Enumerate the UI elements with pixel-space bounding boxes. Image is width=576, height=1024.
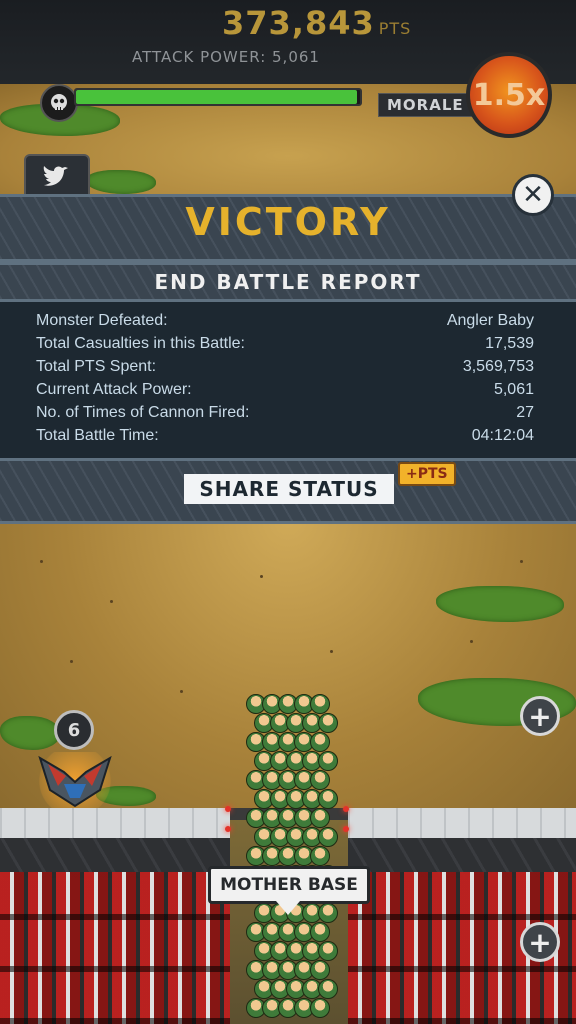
victory-title: VICTORY bbox=[185, 200, 391, 244]
skull-icon bbox=[40, 84, 78, 122]
soldier bbox=[318, 751, 338, 771]
soldier bbox=[318, 903, 338, 923]
add-unit-button[interactable]: + bbox=[520, 922, 560, 962]
report-row: Total Battle Time: 04:12:04 bbox=[36, 427, 534, 450]
report-row: Total Casualties in this Battle: 17,539 bbox=[36, 335, 534, 358]
report-rows: Monster Defeated: Angler Baby Total Casu… bbox=[36, 312, 534, 450]
report-row: Current Attack Power: 5,061 bbox=[36, 381, 534, 404]
ground-speck bbox=[260, 575, 263, 578]
ground-speck bbox=[520, 560, 523, 563]
gate-light bbox=[343, 826, 349, 832]
report-row: No. of Times of Cannon Fired: 27 bbox=[36, 404, 534, 427]
plus-icon: + bbox=[528, 925, 552, 959]
report-row-value: 5,061 bbox=[493, 381, 534, 398]
ground-speck bbox=[180, 690, 183, 693]
close-button[interactable]: ✕ bbox=[512, 174, 554, 216]
report-row-value: 17,539 bbox=[485, 335, 534, 352]
score-display: 373,843 PTS bbox=[222, 4, 411, 42]
soldier bbox=[318, 941, 338, 961]
soldier bbox=[318, 827, 338, 847]
morale-multiplier-button[interactable]: 1.5x bbox=[466, 52, 552, 138]
morale-label: MORALE bbox=[378, 93, 473, 117]
unit-count-badge: 6 bbox=[54, 710, 94, 750]
soldier bbox=[310, 694, 330, 714]
cannon-emblem[interactable] bbox=[34, 752, 116, 810]
report-heading: END BATTLE REPORT bbox=[0, 262, 576, 302]
boss-health-bar bbox=[40, 84, 362, 122]
score-value: 373,843 bbox=[222, 4, 375, 42]
report-row-value: 3,569,753 bbox=[462, 358, 534, 375]
end-battle-report-panel: END BATTLE REPORT Monster Defeated: Angl… bbox=[0, 262, 576, 524]
soldier bbox=[318, 979, 338, 999]
ground-speck bbox=[40, 560, 43, 563]
boss-hp-track bbox=[74, 88, 362, 106]
soldier bbox=[310, 998, 330, 1018]
report-row-label: No. of Times of Cannon Fired: bbox=[36, 404, 250, 421]
barracks-shade-left bbox=[0, 872, 230, 1024]
add-unit-button[interactable]: + bbox=[520, 696, 560, 736]
close-icon: ✕ bbox=[522, 180, 544, 210]
mother-base-pointer bbox=[276, 901, 300, 915]
multiplier-value: 1.5x bbox=[472, 77, 546, 113]
base-wall-right bbox=[348, 808, 576, 838]
report-row-label: Total Casualties in this Battle: bbox=[36, 335, 245, 352]
boss-hp-fill bbox=[76, 90, 358, 104]
report-row-value: 04:12:04 bbox=[471, 427, 534, 444]
gate-light bbox=[225, 806, 231, 812]
ground-speck bbox=[470, 640, 473, 643]
share-status-button[interactable]: SHARE STATUS bbox=[184, 474, 394, 504]
report-row-label: Total PTS Spent: bbox=[36, 358, 157, 375]
gate-light bbox=[225, 826, 231, 832]
soldier bbox=[318, 789, 338, 809]
cannon-emblem-icon bbox=[38, 755, 112, 808]
ground-speck bbox=[330, 650, 333, 653]
report-row-label: Monster Defeated: bbox=[36, 312, 168, 329]
soldier bbox=[310, 732, 330, 752]
soldier bbox=[310, 846, 330, 866]
report-row: Monster Defeated: Angler Baby bbox=[36, 312, 534, 335]
attack-power-label: ATTACK POWER: 5,061 bbox=[132, 48, 320, 66]
soldier bbox=[318, 713, 338, 733]
soldier bbox=[310, 770, 330, 790]
report-row-label: Current Attack Power: bbox=[36, 381, 192, 398]
plus-icon: + bbox=[528, 699, 552, 733]
twitter-bird-icon bbox=[42, 165, 72, 198]
bonus-pts-badge: +PTS bbox=[398, 462, 456, 486]
soldier bbox=[310, 808, 330, 828]
report-row-value: 27 bbox=[516, 404, 534, 421]
ground-speck bbox=[70, 660, 73, 663]
base-wall-left bbox=[0, 808, 230, 838]
report-row: Total PTS Spent: 3,569,753 bbox=[36, 358, 534, 381]
report-row-label: Total Battle Time: bbox=[36, 427, 159, 444]
ground-speck bbox=[110, 600, 113, 603]
gate-light bbox=[343, 806, 349, 812]
score-unit: PTS bbox=[378, 19, 412, 38]
soldier bbox=[310, 922, 330, 942]
mother-base-label[interactable]: MOTHER BASE bbox=[208, 866, 370, 904]
soldier bbox=[310, 960, 330, 980]
report-row-value: Angler Baby bbox=[446, 312, 534, 329]
